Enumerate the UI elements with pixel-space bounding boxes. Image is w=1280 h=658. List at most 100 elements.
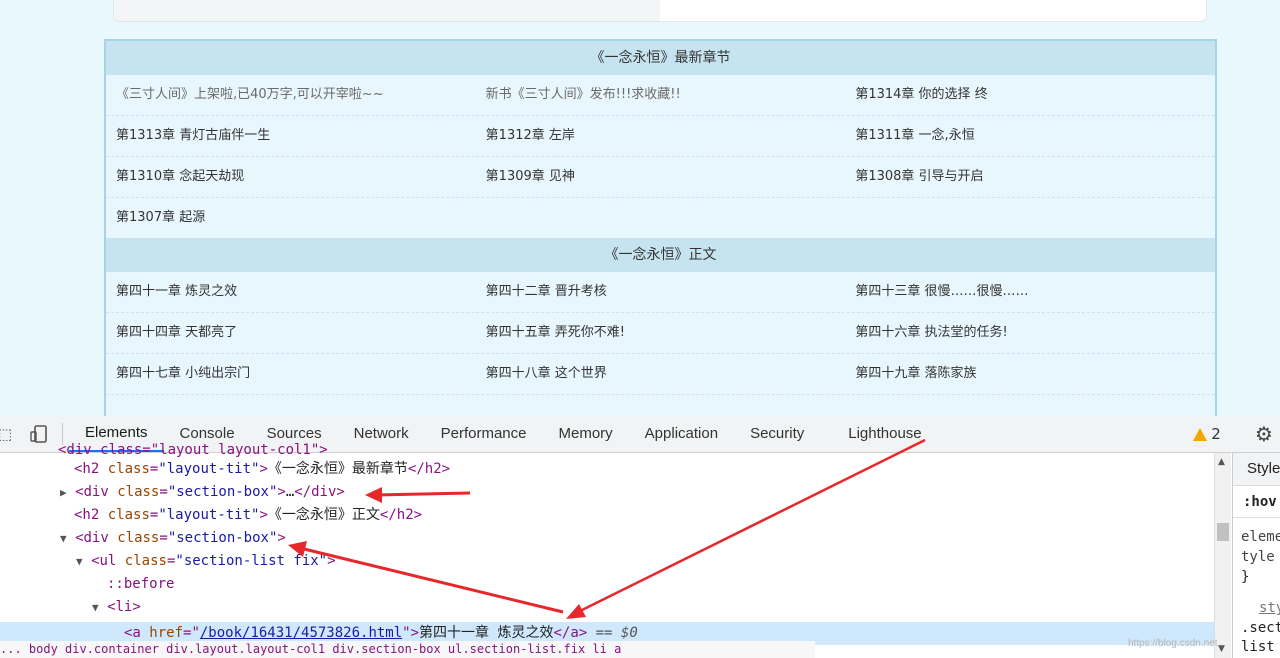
device-toggle-icon[interactable]	[28, 423, 50, 445]
dom-val: "section-box"	[167, 530, 278, 546]
tab-application[interactable]: Application	[629, 416, 734, 452]
scroll-down-icon[interactable]: ▼	[1218, 644, 1225, 654]
chapter-link[interactable]: 第四十二章 晋升考核	[476, 272, 846, 312]
chapter-link[interactable]: 第四十四章 天都亮了	[106, 313, 476, 353]
dom-line[interactable]: ▼ <ul class="section-list fix">	[76, 550, 336, 573]
dom-tag: >	[327, 553, 336, 569]
tab-lighthouse[interactable]: Lighthouse	[820, 416, 937, 452]
chapter-link[interactable]	[476, 395, 846, 416]
scroll-thumb[interactable]	[1217, 523, 1229, 541]
chapter-link[interactable]: 第四十三章 很慢……很慢……	[845, 272, 1215, 312]
hover-filter[interactable]: :hov	[1233, 487, 1280, 518]
chapter-link[interactable]: 第1314章 你的选择 终	[845, 75, 1215, 115]
dom-text: 第四十一章 炼灵之效	[419, 625, 554, 641]
collapse-triangle-icon[interactable]: ▼	[60, 532, 67, 545]
style-line: .sect	[1241, 620, 1280, 636]
dom-tag: >	[277, 484, 286, 500]
dom-val: "section-box"	[167, 484, 278, 500]
dom-tag: </h2>	[379, 507, 423, 523]
tab-network[interactable]: Network	[338, 416, 425, 452]
chapter-link[interactable]: 第1308章 引导与开启	[845, 157, 1215, 197]
tab-security[interactable]: Security	[734, 416, 820, 452]
chapter-link	[845, 198, 1215, 238]
devtools-panel: ⬚ Elements Console Sources Network Perfo…	[0, 416, 1280, 658]
chapter-link[interactable]: 第1313章 青灯古庙伴一生	[106, 116, 476, 156]
dom-tag: >	[259, 507, 268, 523]
dom-val: "layout-tit"	[158, 461, 260, 477]
chapter-link[interactable]: 第四十九章 落陈家族	[845, 354, 1215, 394]
dom-attr: class	[107, 507, 150, 523]
style-line: }	[1241, 569, 1250, 585]
table-row: 《三寸人间》上架啦,已40万字,可以开宰啦~~ 新书《三寸人间》发布!!!求收藏…	[106, 75, 1215, 116]
chapter-link[interactable]: 《三寸人间》上架啦,已40万字,可以开宰啦~~	[106, 75, 476, 115]
chapter-link[interactable]: 第四十七章 小纯出宗门	[106, 354, 476, 394]
watermark: https://blog.csdn.net	[1128, 638, 1218, 649]
chapter-link[interactable]: 第四十一章 炼灵之效	[106, 272, 476, 312]
style-source-link[interactable]: sty	[1259, 600, 1280, 616]
chapter-link[interactable]: 第1307章 起源	[106, 198, 476, 238]
top-card	[113, 0, 1207, 22]
table-row	[106, 395, 1215, 416]
section-title-latest: 《一念永恒》最新章节	[106, 41, 1215, 75]
collapse-triangle-icon[interactable]: ▼	[92, 601, 99, 614]
dom-scrollbar[interactable]: ▲ ▼	[1214, 453, 1231, 658]
dom-line[interactable]: ▶ <div class="section-box">…</div>	[60, 481, 345, 504]
table-row: 第1313章 青灯古庙伴一生 第1312章 左岸 第1311章 一念,永恒	[106, 116, 1215, 157]
chapter-link[interactable]: 第1309章 见神	[476, 157, 846, 197]
collapse-triangle-icon[interactable]: ▼	[76, 555, 83, 568]
dom-line[interactable]: <h2 class="layout-tit">《一念永恒》正文</h2>	[74, 504, 422, 527]
dom-text: …	[285, 484, 295, 500]
chapter-link[interactable]: 第四十五章 弄死你不难!	[476, 313, 846, 353]
table-row: 第1307章 起源	[106, 198, 1215, 238]
chapter-link[interactable]: 第四十八章 这个世界	[476, 354, 846, 394]
chapter-link[interactable]	[106, 395, 476, 416]
table-row: 第1310章 念起天劫现 第1309章 见神 第1308章 引导与开启	[106, 157, 1215, 198]
table-row: 第四十四章 天都亮了 第四十五章 弄死你不难! 第四十六章 执法堂的任务!	[106, 313, 1215, 354]
dom-eq: =	[159, 530, 168, 546]
chapter-link[interactable]: 第四十六章 执法堂的任务!	[845, 313, 1215, 353]
top-card-left	[114, 0, 660, 21]
dom-tag: </a>	[553, 625, 588, 641]
scroll-up-icon[interactable]: ▲	[1218, 457, 1225, 467]
chapter-link[interactable]: 新书《三寸人间》发布!!!求收藏!!	[476, 75, 846, 115]
dom-attr: class	[107, 461, 150, 477]
chapter-link[interactable]: 第1312章 左岸	[476, 116, 846, 156]
dom-tag: <h2	[74, 461, 100, 477]
dom-line[interactable]: ▼ <div class="section-box">	[60, 527, 286, 550]
dom-tag: </h2>	[407, 461, 451, 477]
dom-text: 《一念永恒》正文	[267, 507, 380, 523]
chapter-link[interactable]: 第1310章 念起天劫现	[106, 157, 476, 197]
dom-attr: class	[124, 553, 167, 569]
dom-tree: <div class="layout layout-col1"> <h2 cla…	[0, 442, 1214, 658]
inspect-icon[interactable]: ⬚	[0, 423, 16, 445]
dom-tag: <div	[75, 530, 109, 546]
styles-tab[interactable]: Styles	[1233, 453, 1280, 486]
dom-pseudo: ::before	[107, 576, 175, 592]
breadcrumb[interactable]: ... body div.container div.layout.layout…	[0, 641, 815, 658]
dom-val: "section-list fix"	[175, 553, 328, 569]
dom-tag: <h2	[74, 507, 100, 523]
dom-attr: class	[117, 484, 160, 500]
dom-tag: </div>	[294, 484, 345, 500]
chapter-link	[476, 198, 846, 238]
section-title-main: 《一念永恒》正文	[106, 238, 1215, 272]
dom-selection-marker: == $0	[587, 625, 638, 641]
warning-badge[interactable]: 2	[1185, 421, 1229, 447]
dom-href-link[interactable]: /book/16431/4573826.html	[200, 625, 402, 641]
dom-line[interactable]: <h2 class="layout-tit">《一念永恒》最新章节</h2>	[74, 458, 450, 481]
gear-icon[interactable]: ⚙	[1255, 422, 1273, 446]
dom-tag: <li>	[107, 599, 141, 615]
tab-performance[interactable]: Performance	[425, 416, 543, 452]
chapter-link[interactable]: 第1311章 一念,永恒	[845, 116, 1215, 156]
dom-line[interactable]: ▼ <li>	[92, 596, 141, 619]
chapter-link[interactable]	[845, 395, 1215, 416]
tab-memory[interactable]: Memory	[543, 416, 629, 452]
expand-triangle-icon[interactable]: ▶	[60, 486, 67, 499]
dom-line[interactable]: ::before	[107, 573, 174, 596]
dom-quote: "	[402, 625, 411, 641]
dom-tag: <a	[124, 625, 141, 641]
dom-eq: ="	[183, 625, 200, 641]
table-row: 第四十七章 小纯出宗门 第四十八章 这个世界 第四十九章 落陈家族	[106, 354, 1215, 395]
warning-count: 2	[1211, 425, 1221, 443]
dom-tag: >	[259, 461, 268, 477]
